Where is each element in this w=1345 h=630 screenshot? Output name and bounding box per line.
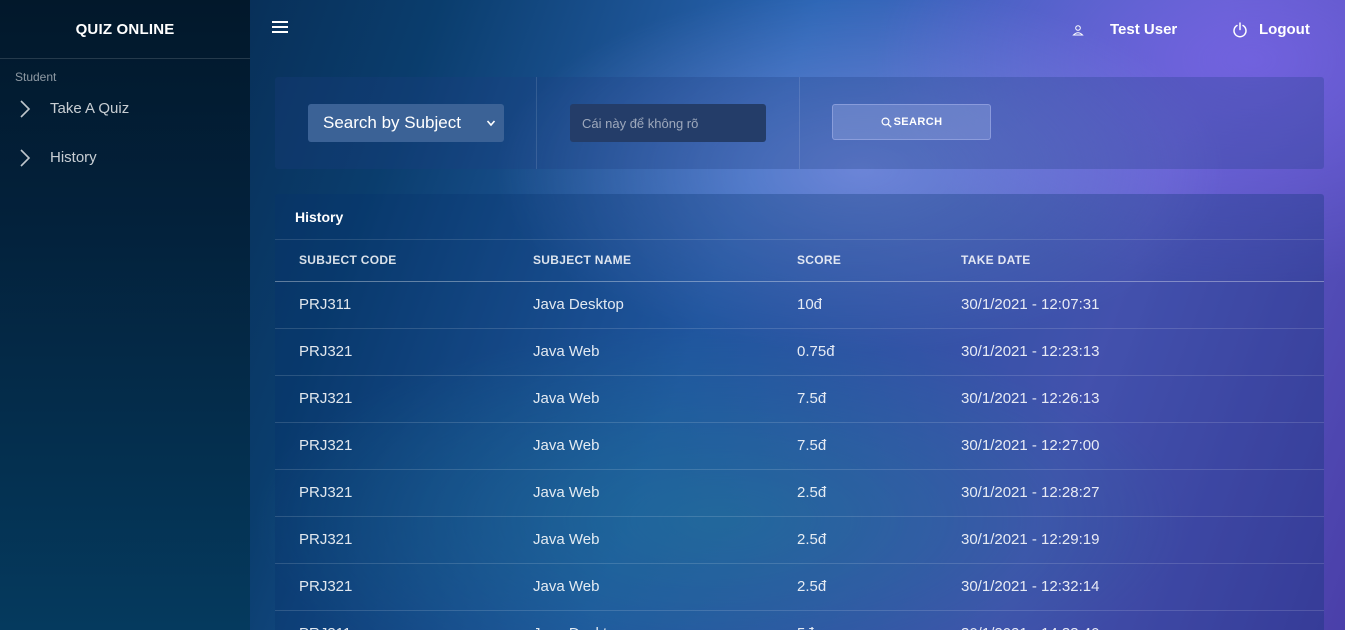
- column-header-take-date: TAKE DATE: [961, 240, 1324, 282]
- sidebar: QUIZ ONLINE Student Take A Quiz History: [0, 0, 250, 630]
- chevron-right-icon: [20, 148, 31, 167]
- subject-select[interactable]: Search by Subject: [308, 104, 504, 142]
- table-row: PRJ321 Java Web 7.5đ 30/1/2021 - 12:26:1…: [275, 375, 1324, 423]
- cell-subject-code: PRJ321: [275, 328, 533, 376]
- cell-subject-code: PRJ321: [275, 516, 533, 564]
- cell-subject-name: Java Desktop: [533, 610, 797, 630]
- chevron-right-icon: [20, 99, 31, 118]
- cell-subject-code: PRJ321: [275, 375, 533, 423]
- keyword-input-cell: [537, 77, 800, 169]
- cell-subject-name: Java Desktop: [533, 281, 797, 329]
- cell-take-date: 30/1/2021 - 12:07:31: [961, 281, 1324, 329]
- history-table: SUBJECT CODE SUBJECT NAME SCORE TAKE DAT…: [275, 240, 1324, 630]
- table-row: PRJ311 Java Desktop 10đ 30/1/2021 - 12:0…: [275, 281, 1324, 329]
- table-row: PRJ321 Java Web 2.5đ 30/1/2021 - 12:28:2…: [275, 469, 1324, 517]
- sidebar-item-label: Take A Quiz: [50, 100, 130, 117]
- cell-subject-code: PRJ311: [275, 610, 533, 630]
- cell-take-date: 30/1/2021 - 12:29:19: [961, 516, 1324, 564]
- search-button[interactable]: SEARCH: [832, 104, 991, 140]
- app-brand: QUIZ ONLINE: [0, 0, 250, 59]
- chevron-down-icon: [486, 120, 496, 127]
- search-button-label: SEARCH: [893, 116, 943, 128]
- table-row: PRJ321 Java Web 7.5đ 30/1/2021 - 12:27:0…: [275, 422, 1324, 470]
- cell-take-date: 30/1/2021 - 12:23:13: [961, 328, 1324, 376]
- cell-score: 7.5đ: [797, 422, 961, 470]
- cell-take-date: 30/1/2021 - 14:33:40: [961, 610, 1324, 630]
- subject-select-value: Search by Subject: [323, 113, 461, 132]
- cell-subject-name: Java Web: [533, 469, 797, 517]
- cell-score: 2.5đ: [797, 516, 961, 564]
- sidebar-section-label: Student: [15, 70, 57, 84]
- table-row: PRJ311 Java Desktop 5đ 30/1/2021 - 14:33…: [275, 610, 1324, 630]
- cell-take-date: 30/1/2021 - 12:26:13: [961, 375, 1324, 423]
- cell-score: 5đ: [797, 610, 961, 630]
- topbar: Test User Logout: [250, 0, 1345, 59]
- cell-score: 2.5đ: [797, 563, 961, 611]
- table-row: PRJ321 Java Web 0.75đ 30/1/2021 - 12:23:…: [275, 328, 1324, 376]
- cell-score: 10đ: [797, 281, 961, 329]
- column-header-subject-name: SUBJECT NAME: [533, 240, 797, 282]
- keyword-input[interactable]: [570, 104, 766, 142]
- user-name: Test User: [1110, 21, 1178, 38]
- column-header-subject-code: SUBJECT CODE: [275, 240, 533, 282]
- cell-subject-name: Java Web: [533, 328, 797, 376]
- table-row: PRJ321 Java Web 2.5đ 30/1/2021 - 12:29:1…: [275, 516, 1324, 564]
- history-card: History SUBJECT CODE SUBJECT NAME SCORE …: [275, 194, 1324, 630]
- sidebar-item-take-a-quiz[interactable]: Take A Quiz: [0, 84, 250, 133]
- search-card: Search by Subject SEARCH: [275, 77, 1324, 169]
- cell-subject-name: Java Web: [533, 563, 797, 611]
- cell-subject-code: PRJ321: [275, 422, 533, 470]
- cell-score: 7.5đ: [797, 375, 961, 423]
- cell-score: 2.5đ: [797, 469, 961, 517]
- search-icon: [881, 116, 892, 128]
- user-menu[interactable]: Test User: [1072, 0, 1177, 59]
- power-icon: [1233, 21, 1247, 37]
- user-icon: [1072, 24, 1084, 35]
- table-header-row: SUBJECT CODE SUBJECT NAME SCORE TAKE DAT…: [275, 240, 1324, 282]
- cell-subject-code: PRJ321: [275, 563, 533, 611]
- cell-subject-name: Java Web: [533, 422, 797, 470]
- cell-take-date: 30/1/2021 - 12:27:00: [961, 422, 1324, 470]
- column-header-score: SCORE: [797, 240, 961, 282]
- history-title: History: [275, 194, 1324, 240]
- cell-subject-code: PRJ311: [275, 281, 533, 329]
- cell-subject-name: Java Web: [533, 516, 797, 564]
- sidebar-item-label: History: [50, 149, 97, 166]
- cell-take-date: 30/1/2021 - 12:32:14: [961, 563, 1324, 611]
- table-row: PRJ321 Java Web 2.5đ 30/1/2021 - 12:32:1…: [275, 563, 1324, 611]
- sidebar-item-history[interactable]: History: [0, 133, 250, 182]
- logout-label: Logout: [1259, 21, 1310, 38]
- subject-select-cell: Search by Subject: [275, 77, 537, 169]
- hamburger-menu-icon[interactable]: [272, 21, 288, 35]
- cell-subject-name: Java Web: [533, 375, 797, 423]
- cell-score: 0.75đ: [797, 328, 961, 376]
- cell-subject-code: PRJ321: [275, 469, 533, 517]
- logout-button[interactable]: Logout: [1232, 0, 1310, 59]
- search-button-cell: SEARCH: [800, 77, 1324, 169]
- cell-take-date: 30/1/2021 - 12:28:27: [961, 469, 1324, 517]
